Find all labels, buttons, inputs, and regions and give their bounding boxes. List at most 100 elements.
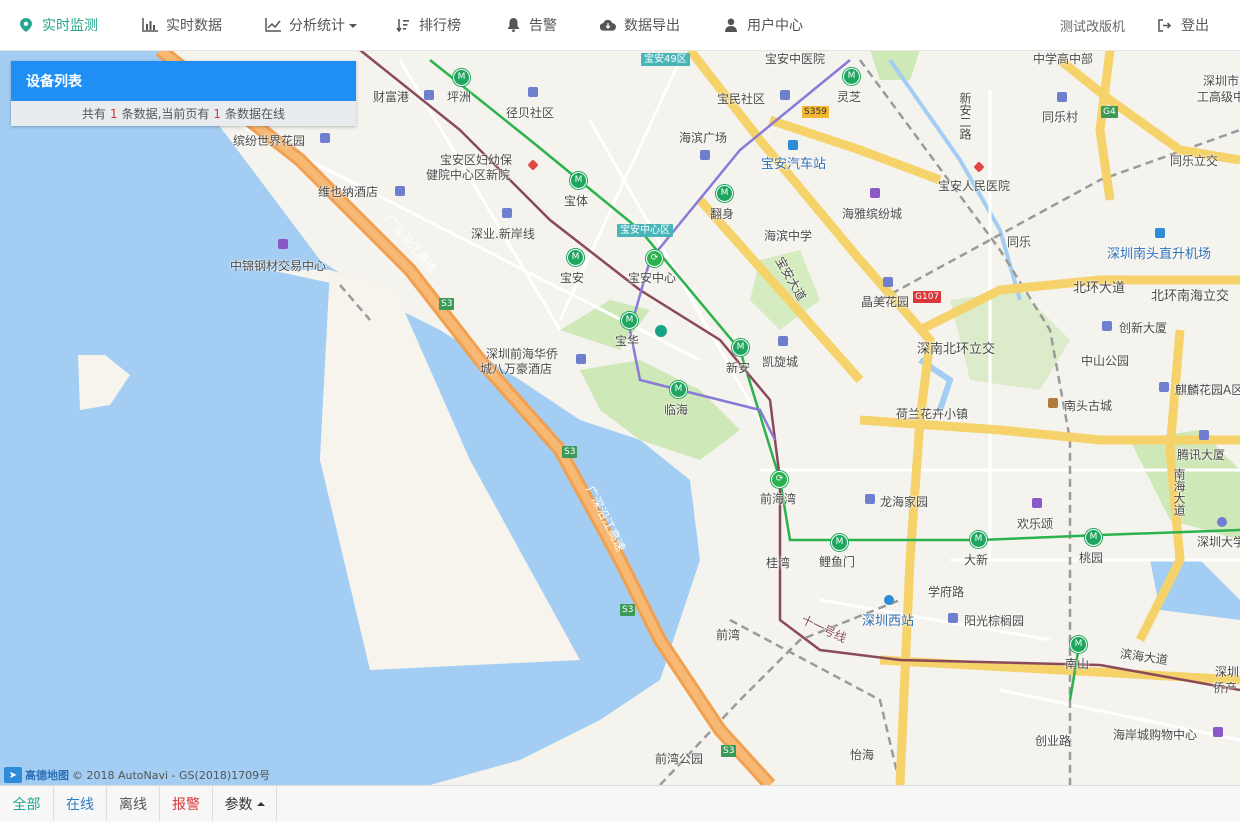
station-label: 宝安中心: [628, 271, 677, 285]
metro-station-icon[interactable]: M: [453, 69, 470, 86]
station-label: 南山: [1065, 657, 1090, 671]
nav-item-realtime-data[interactable]: 实时数据: [142, 0, 222, 50]
place-label: 深南北环立交: [917, 342, 996, 357]
filter-tab-all[interactable]: 全部: [0, 786, 54, 821]
nav-item-data-export[interactable]: 数据导出: [600, 0, 680, 50]
building-icon: [320, 133, 330, 143]
place-label: 同乐立交: [1170, 154, 1219, 168]
logout-button[interactable]: 登出: [1157, 0, 1209, 50]
place-label: 前湾公园: [655, 752, 704, 766]
metro-transfer-icon[interactable]: ⟳: [646, 250, 663, 267]
place-label: 径贝社区: [506, 106, 555, 120]
place-label: 城八万豪酒店: [480, 362, 553, 376]
nav-item-realtime-monitor[interactable]: 实时监测: [18, 0, 98, 50]
place-label: 宝安人民医院: [938, 179, 1011, 193]
test-device-link[interactable]: 测试改版机: [1060, 0, 1125, 50]
nav-item-ranking[interactable]: 排行榜: [395, 0, 461, 50]
metro-station-icon[interactable]: M: [970, 531, 987, 548]
map-attribution: ➤ 高德地图 © 2018 AutoNavi - GS(2018)1709号: [4, 767, 270, 783]
road-sign: G4: [1101, 106, 1118, 118]
nav-item-label: 排行榜: [419, 18, 461, 34]
metro-station-icon[interactable]: M: [621, 312, 638, 329]
university-icon: [1217, 517, 1227, 527]
place-label: 欢乐颂: [1017, 517, 1054, 531]
filter-tab-online[interactable]: 在线: [54, 786, 107, 821]
place-label: 桂湾: [766, 556, 791, 570]
place-label: 创业路: [1035, 734, 1072, 748]
metro-station-icon[interactable]: M: [843, 68, 860, 85]
place-label: 财富港: [373, 90, 410, 104]
metro-station-icon[interactable]: M: [831, 534, 848, 551]
metro-station-icon[interactable]: M: [732, 339, 749, 356]
train-station-icon: [884, 595, 894, 605]
filter-tab-label: 在线: [66, 796, 94, 813]
place-label: 晶美花园: [861, 295, 910, 309]
station-label: 前海湾: [760, 492, 797, 506]
user-icon: [723, 17, 739, 33]
metro-transfer-icon[interactable]: ⟳: [771, 471, 788, 488]
place-label: 宝民社区: [717, 92, 766, 106]
nav-item-alarm[interactable]: 告警: [505, 0, 557, 50]
map-canvas: [0, 50, 1240, 785]
total-count: 1: [109, 106, 118, 121]
place-label: 龙海家园: [880, 495, 929, 509]
metro-station-icon[interactable]: M: [716, 185, 733, 202]
filter-tab-params[interactable]: 参数: [213, 786, 277, 821]
nav-item-label: 用户中心: [747, 18, 803, 34]
place-label: 怡海: [850, 748, 875, 762]
test-device-label: 测试改版机: [1060, 19, 1126, 35]
map-view[interactable]: M M M ⟳ M M M M M ⟳ M M M M 宝安49区 宝安中心区 …: [0, 50, 1240, 785]
road-sign: G107: [913, 291, 942, 303]
place-label: 同乐: [1007, 235, 1032, 249]
road-sign: S3: [562, 446, 578, 458]
place-label: 麒麟花园A区: [1175, 383, 1240, 397]
station-label: 临海: [664, 403, 689, 417]
place-label: 深业.新岸线: [471, 227, 535, 241]
filter-bar: 全部 在线 离线 报警 参数: [0, 785, 1240, 822]
building-icon: [1057, 92, 1067, 102]
device-list-panel: 设备列表 共有 1 条数据,当前页有 1 条数据在线: [11, 61, 356, 126]
place-label: 侨产: [1213, 681, 1238, 695]
building-icon: [883, 277, 893, 287]
filter-tab-offline[interactable]: 离线: [107, 786, 160, 821]
station-label: 翻身: [710, 207, 735, 221]
sort-icon: [395, 17, 411, 33]
metro-station-icon[interactable]: M: [1085, 529, 1102, 546]
chevron-down-icon: [349, 24, 357, 28]
place-label: 健院中心区新院: [426, 168, 511, 182]
line-chart-icon: [265, 17, 281, 33]
place-label: 海滨广场: [679, 131, 728, 145]
metro-station-icon[interactable]: M: [570, 172, 587, 189]
nav-item-label: 分析统计: [289, 18, 345, 34]
market-icon: [278, 239, 288, 249]
bar-chart-icon: [142, 17, 158, 33]
building-icon: [502, 208, 512, 218]
sign-out-icon: [1157, 17, 1173, 33]
metro-station-icon[interactable]: M: [670, 381, 687, 398]
place-label: 缤纷世界花园: [233, 134, 306, 148]
nav-item-user-center[interactable]: 用户中心: [723, 0, 803, 50]
place-label: 深圳南头直升机场: [1107, 247, 1212, 262]
device-list-title[interactable]: 设备列表: [11, 61, 356, 101]
place-label: 宝安中医院: [765, 52, 826, 66]
amap-brand: 高德地图: [25, 769, 69, 782]
device-marker[interactable]: [655, 325, 667, 337]
logout-label: 登出: [1181, 18, 1209, 34]
station-label: 宝安: [560, 271, 585, 285]
place-label: 荷兰花卉小镇: [896, 407, 969, 421]
metro-station-icon[interactable]: M: [567, 249, 584, 266]
road-label: 南海大道: [1172, 468, 1186, 516]
summary-prefix: 共有: [81, 107, 106, 121]
place-label: 南头古城: [1064, 399, 1113, 413]
nav-item-label: 实时监测: [42, 18, 98, 34]
place-label: 深圳西站: [862, 614, 915, 629]
place-label: 北环大道: [1073, 281, 1126, 296]
filter-tab-alarm[interactable]: 报警: [160, 786, 213, 821]
place-label: 凯旋城: [762, 355, 799, 369]
place-label: 前湾: [716, 628, 741, 642]
metro-station-icon[interactable]: M: [1070, 636, 1087, 653]
building-icon: [865, 494, 875, 504]
nav-item-analysis[interactable]: 分析统计: [265, 0, 357, 50]
place-label: 海滨中学: [764, 229, 813, 243]
place-label: 同乐村: [1042, 110, 1079, 124]
